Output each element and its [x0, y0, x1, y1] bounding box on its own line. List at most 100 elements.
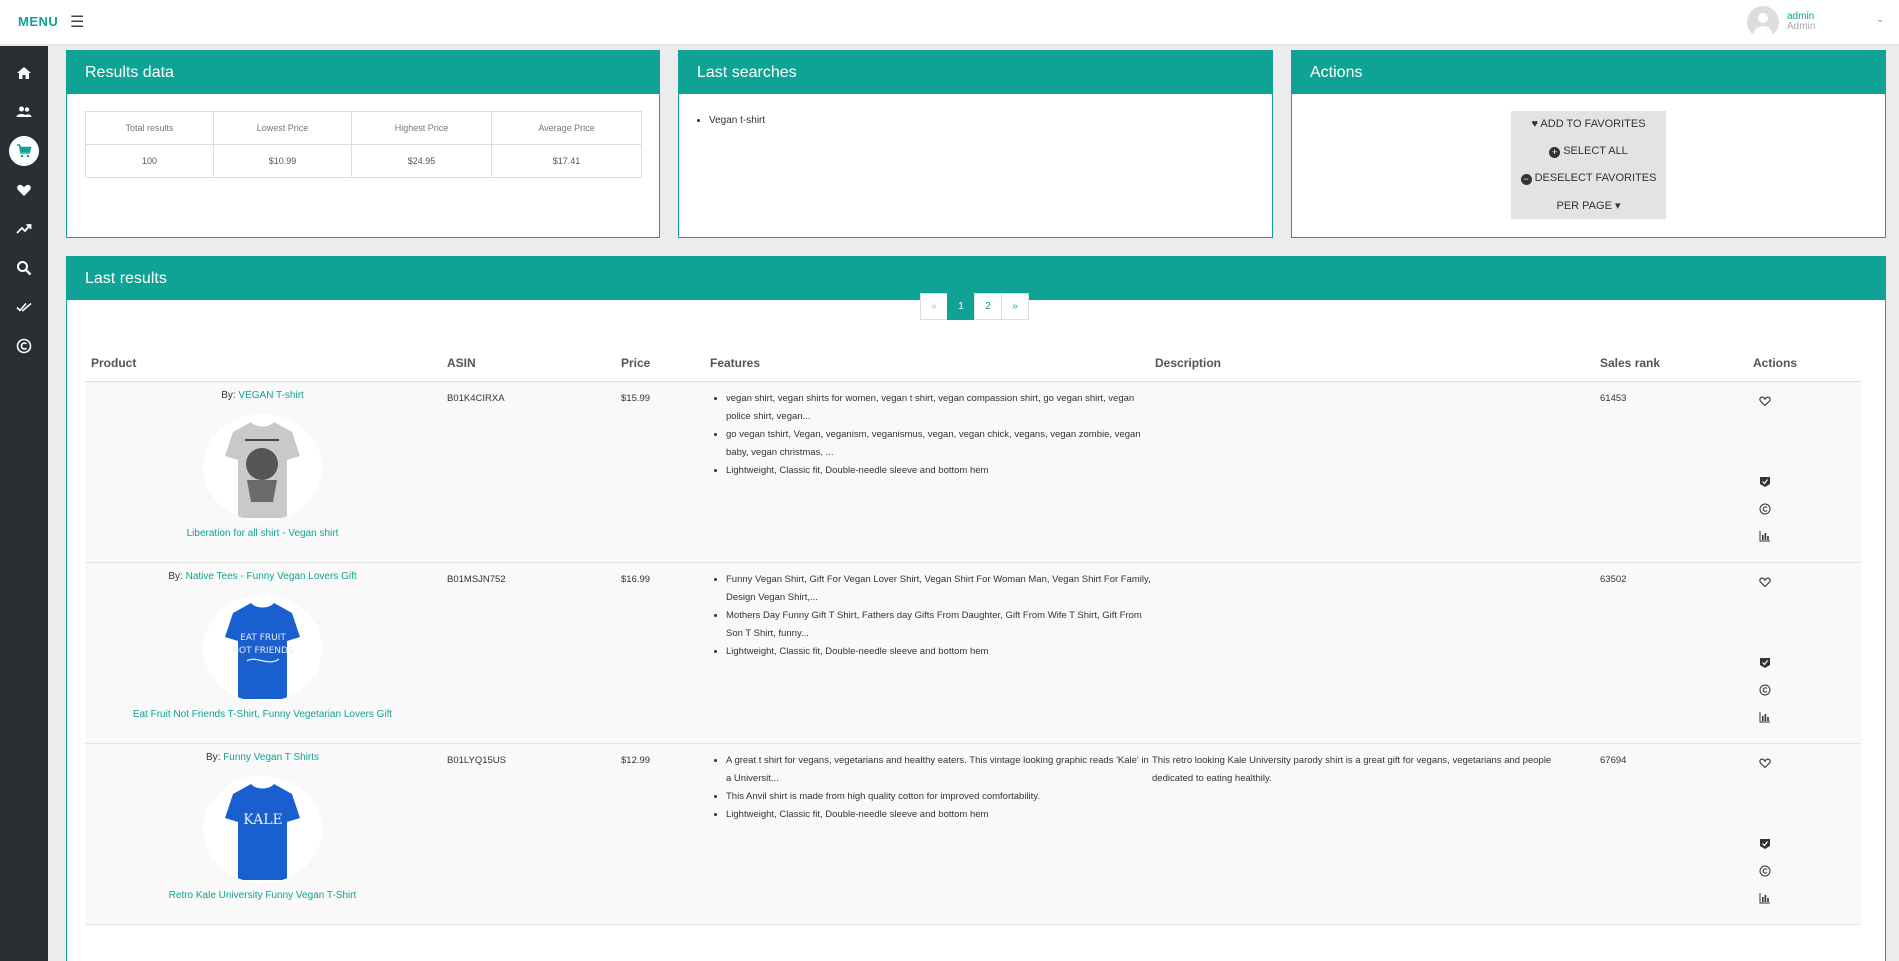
pagination: « 1 2 » — [920, 293, 1029, 320]
brand-link[interactable]: Funny Vegan T Shirts — [223, 752, 319, 763]
cart-icon[interactable] — [9, 136, 39, 166]
column-header-actions: Actions — [1753, 356, 1798, 370]
last-results-panel: Last results « 1 2 » Product ASIN Price … — [66, 256, 1886, 961]
stat-header: Average Price — [491, 111, 642, 145]
copyright-icon[interactable] — [9, 331, 39, 361]
asin-value: B01MSJN752 — [447, 574, 506, 585]
product-brand: By: Native Tees - Funny Vegan Lovers Gif… — [85, 571, 440, 582]
results-stats-table: Total results Lowest Price Highest Price… — [85, 111, 642, 178]
copyright-icon[interactable] — [1757, 682, 1773, 698]
heart-icon[interactable] — [9, 175, 39, 205]
add-to-favorites-label: ADD TO FAVORITES — [1540, 118, 1646, 130]
table-row: By: Native Tees - Funny Vegan Lovers Gif… — [85, 563, 1861, 744]
table-row: By: VEGAN T-shirt Liberation for all shi… — [85, 382, 1861, 563]
plus-circle-icon: + — [1549, 147, 1561, 158]
feature-item: go vegan tshirt, Vegan, veganism, vegani… — [726, 426, 1152, 462]
pagination-page[interactable]: 1 — [947, 293, 975, 320]
by-prefix: By: — [168, 571, 183, 582]
add-to-favorites-button[interactable]: ♥ ADD TO FAVORITES — [1511, 118, 1666, 130]
feature-item: vegan shirt, vegan shirts for women, veg… — [726, 390, 1152, 426]
by-prefix: By: — [205, 752, 221, 763]
stat-header: Lowest Price — [213, 111, 352, 145]
user-role: Admin — [1787, 21, 1816, 32]
last-search-item[interactable]: Vegan t-shirt — [709, 115, 765, 126]
search-icon[interactable] — [9, 253, 39, 283]
product-title-link[interactable]: Liberation for all shirt - Vegan shirt — [85, 528, 440, 539]
product-title-link[interactable]: Retro Kale University Funny Vegan T-Shir… — [85, 890, 440, 901]
product-brand: By: Funny Vegan T Shirts — [85, 752, 440, 763]
pagination-prev[interactable]: « — [920, 293, 948, 320]
product-image[interactable]: KALE — [203, 776, 322, 883]
features-list: Funny Vegan Shirt, Gift For Vegan Lover … — [712, 571, 1152, 661]
feature-item: Lightweight, Classic fit, Double-needle … — [726, 806, 1152, 824]
avatar[interactable] — [1747, 6, 1779, 38]
panel-title: Results data — [67, 51, 659, 94]
svg-text:KALE: KALE — [243, 812, 283, 828]
copyright-icon[interactable] — [1757, 501, 1773, 517]
asin-value: B01LYQ15US — [447, 755, 506, 766]
column-header-price: Price — [621, 356, 651, 370]
column-header-description: Description — [1155, 356, 1222, 370]
feature-item: This Anvil shirt is made from high quali… — [726, 788, 1152, 806]
asin-value: B01K4CIRXA — [447, 393, 505, 404]
column-header-features: Features — [710, 356, 761, 370]
results-data-panel: Results data Total results Lowest Price … — [66, 50, 660, 238]
copyright-icon[interactable] — [1757, 863, 1773, 879]
actions-panel: Actions ♥ ADD TO FAVORITES + SELECT ALL −… — [1291, 50, 1886, 238]
svg-text:NOT FRIENDS: NOT FRIENDS — [232, 646, 294, 656]
last-searches-panel: Last searches Vegan t-shirt — [678, 50, 1273, 238]
product-image[interactable]: EAT FRUIT NOT FRIENDS — [203, 595, 322, 702]
pagination-next[interactable]: » — [1001, 293, 1029, 320]
stat-value: 100 — [85, 144, 214, 178]
menu-label[interactable]: MENU — [18, 14, 58, 29]
bar-chart-icon[interactable] — [1757, 528, 1773, 544]
sales-rank-value: 63502 — [1600, 574, 1627, 585]
double-check-icon[interactable] — [9, 292, 39, 322]
select-all-button[interactable]: + SELECT ALL — [1511, 145, 1666, 158]
actions-menu: ♥ ADD TO FAVORITES + SELECT ALL − DESELECT… — [1511, 111, 1666, 219]
price-value: $12.99 — [621, 755, 651, 766]
per-page-dropdown[interactable]: PER PAGE ▾ — [1511, 199, 1666, 212]
trending-icon[interactable] — [9, 214, 39, 244]
brand-link[interactable]: Native Tees - Funny Vegan Lovers Gift — [186, 571, 357, 582]
users-icon[interactable] — [9, 97, 39, 127]
last-searches-list: Vegan t-shirt — [709, 115, 765, 126]
product-brand: By: VEGAN T-shirt — [85, 390, 440, 401]
deselect-favorites-button[interactable]: − DESELECT FAVORITES — [1511, 172, 1666, 185]
sales-rank-value: 61453 — [1600, 393, 1627, 404]
hamburger-icon[interactable]: ☰ — [70, 12, 84, 32]
heart-icon: ♥ — [1531, 118, 1538, 130]
deselect-favorites-label: DESELECT FAVORITES — [1534, 172, 1657, 184]
feature-item: Funny Vegan Shirt, Gift For Vegan Lover … — [726, 571, 1152, 607]
pagination-page[interactable]: 2 — [974, 293, 1002, 320]
favorite-heart-icon[interactable] — [1757, 393, 1773, 409]
brand-link[interactable]: VEGAN T-shirt — [238, 390, 303, 401]
product-title-link[interactable]: Eat Fruit Not Friends T-Shirt, Funny Veg… — [85, 709, 440, 720]
sales-rank-value: 67694 — [1600, 755, 1627, 766]
verified-shield-icon[interactable] — [1757, 474, 1773, 490]
column-header-asin: ASIN — [447, 356, 476, 370]
table-row: By: Funny Vegan T Shirts KALE Retro Kale… — [85, 744, 1861, 925]
verified-shield-icon[interactable] — [1757, 836, 1773, 852]
column-header-product: Product — [91, 356, 137, 370]
feature-item: Lightweight, Classic fit, Double-needle … — [726, 643, 1152, 661]
top-bar: MENU ☰ admin Admin ⌄ — [0, 0, 1899, 45]
panel-title: Last searches — [679, 51, 1272, 94]
product-image[interactable] — [203, 414, 322, 521]
bar-chart-icon[interactable] — [1757, 709, 1773, 725]
chevron-down-icon[interactable]: ⌄ — [1876, 14, 1884, 25]
favorite-heart-icon[interactable] — [1757, 755, 1773, 771]
feature-item: A great t shirt for vegans, vegetarians … — [726, 752, 1152, 788]
column-header-sales-rank: Sales rank — [1600, 356, 1661, 370]
favorite-heart-icon[interactable] — [1757, 574, 1773, 590]
select-all-label: SELECT ALL — [1563, 145, 1628, 157]
description-text: This retro looking Kale University parod… — [1152, 755, 1552, 784]
minus-circle-icon: − — [1520, 174, 1532, 185]
verified-shield-icon[interactable] — [1757, 655, 1773, 671]
home-icon[interactable] — [9, 58, 39, 88]
svg-text:EAT FRUIT: EAT FRUIT — [240, 633, 286, 643]
features-list: vegan shirt, vegan shirts for women, veg… — [712, 390, 1152, 480]
bar-chart-icon[interactable] — [1757, 890, 1773, 906]
features-list: A great t shirt for vegans, vegetarians … — [712, 752, 1152, 824]
stat-header: Highest Price — [351, 111, 492, 145]
